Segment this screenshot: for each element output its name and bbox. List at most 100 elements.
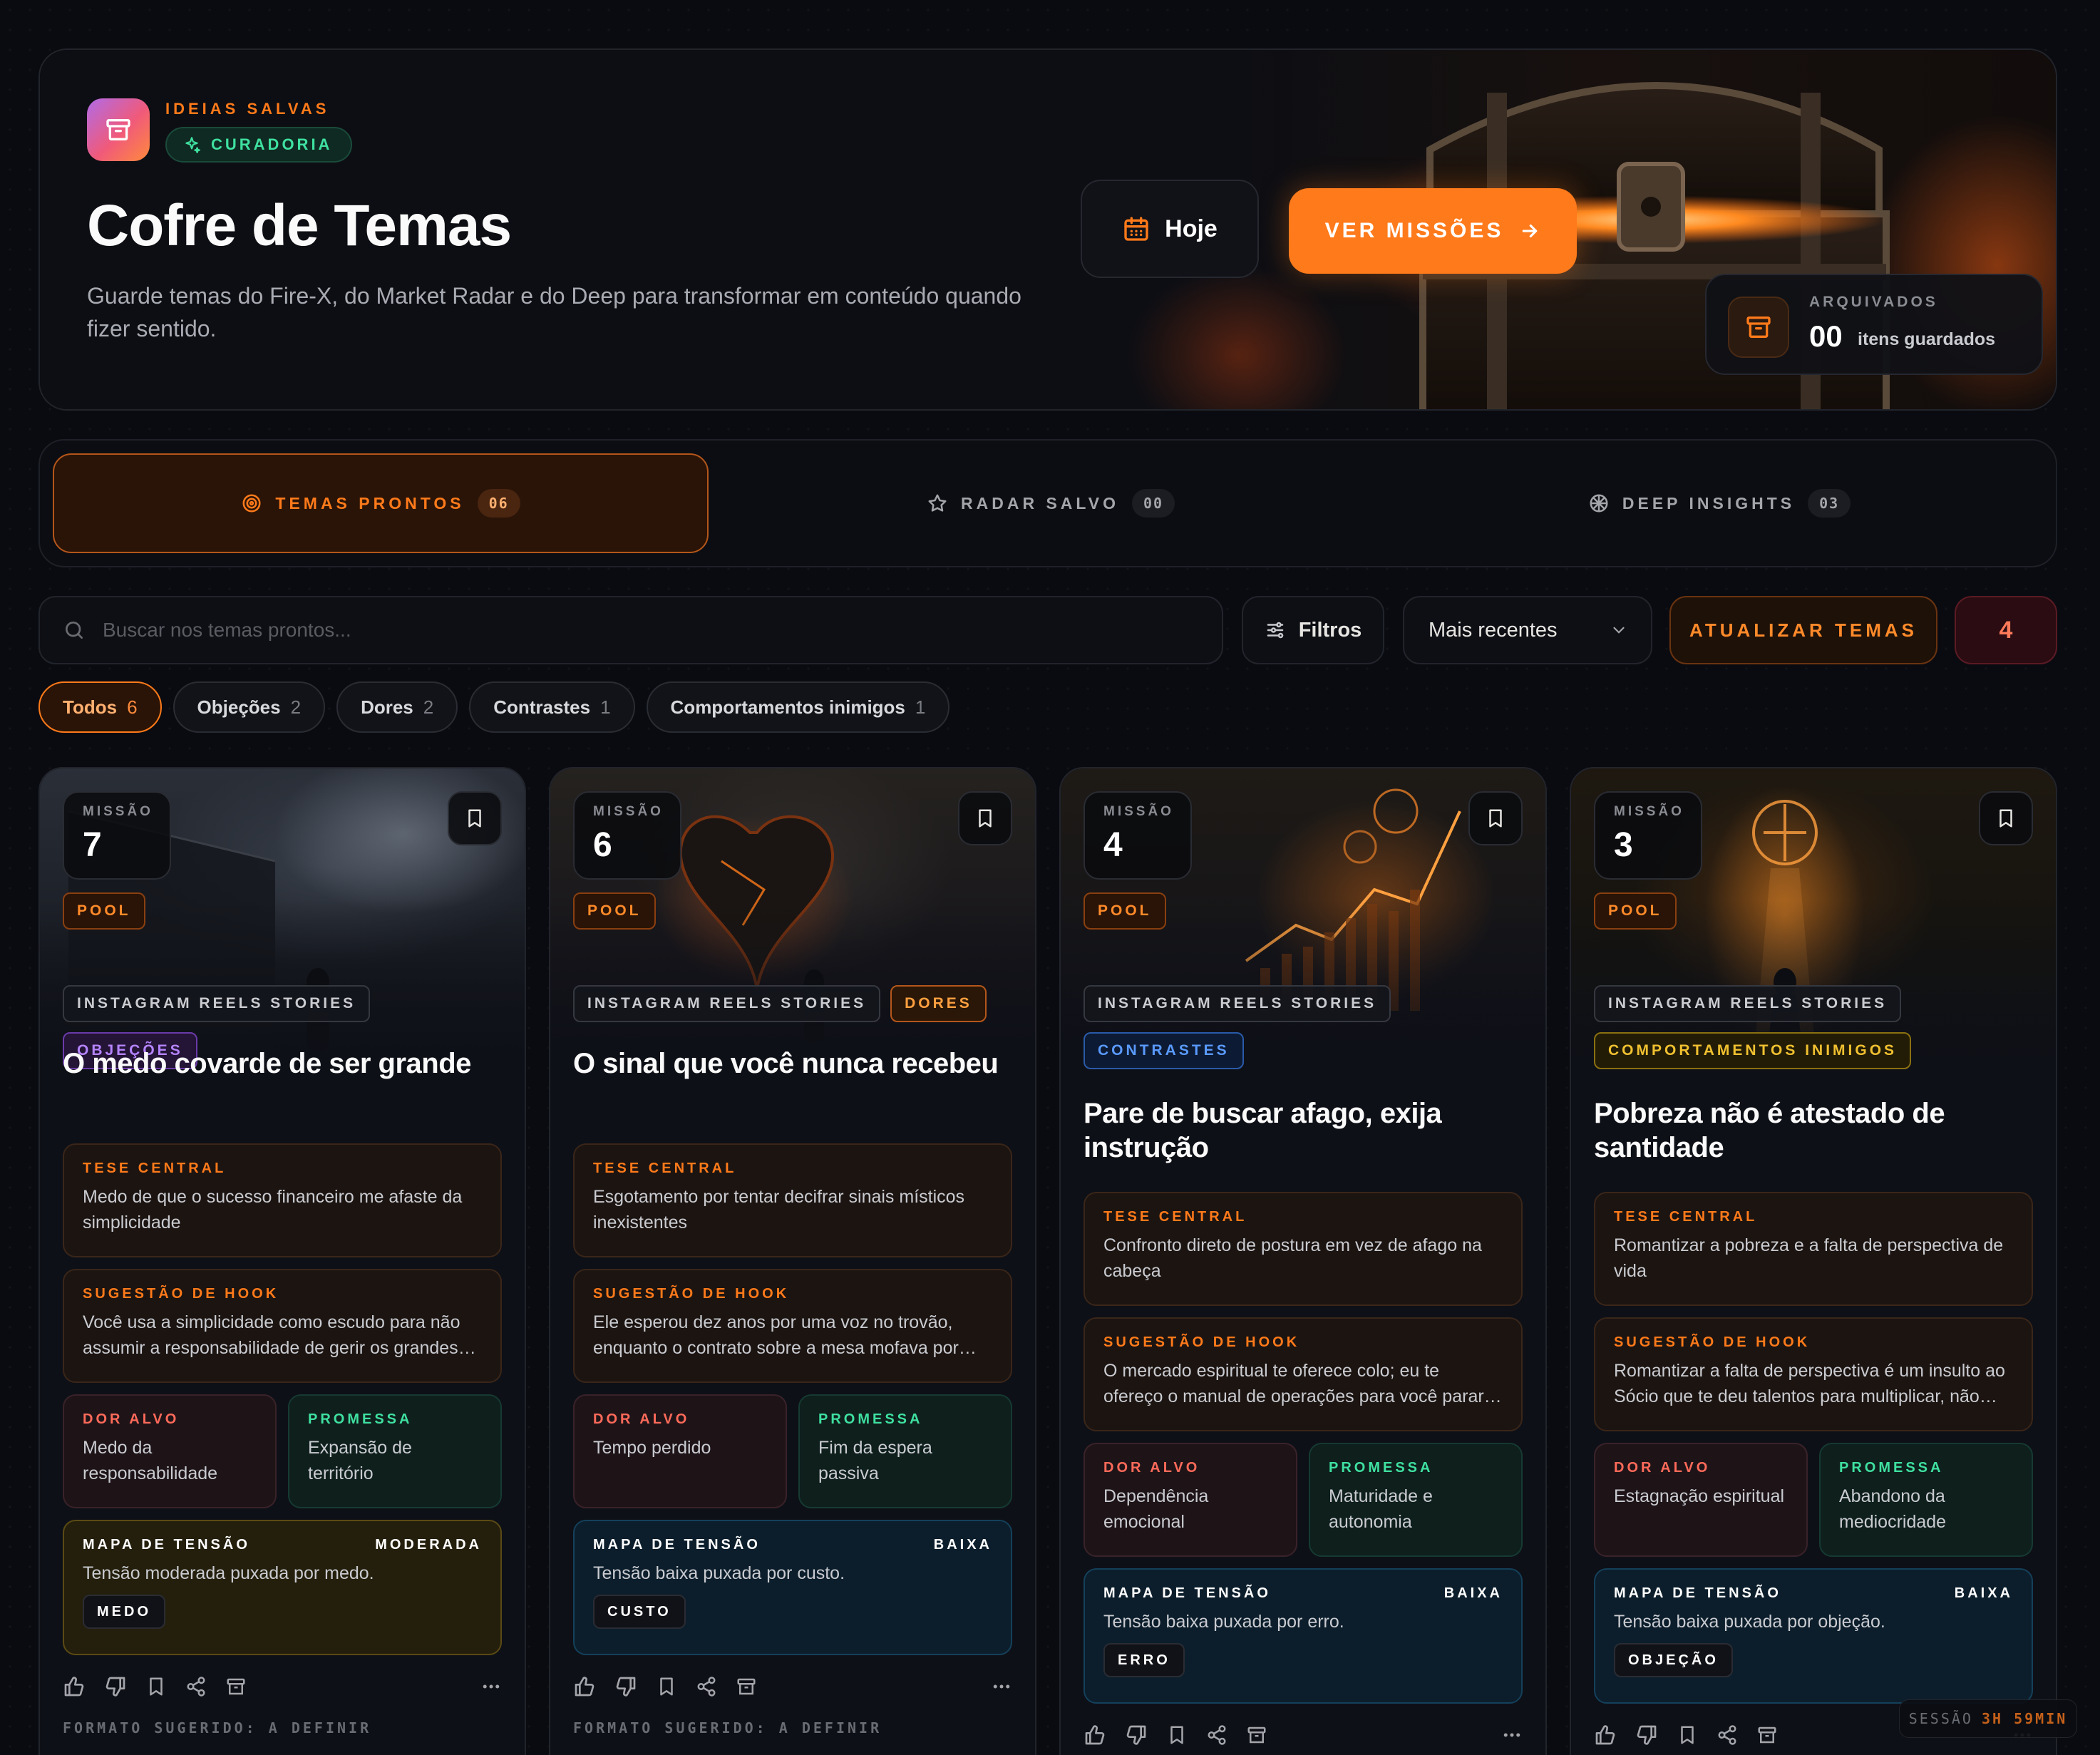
thumbs-down-icon[interactable]	[104, 1675, 127, 1698]
tab-temas-prontos[interactable]: TEMAS PRONTOS 06	[53, 453, 709, 553]
theme-card[interactable]: MISSÃO 6 POOL INSTAGRAM REELS STORIES DOR…	[549, 767, 1036, 1755]
pool-tag: POOL	[573, 892, 656, 930]
tension-map-box: MAPA DE TENSÃO BAIXA Tensão baixa puxada …	[573, 1520, 1012, 1655]
mission-label: MISSÃO	[1103, 804, 1174, 819]
chip-count: 6	[127, 696, 138, 718]
hook-box: SUGESTÃO DE HOOK Você usa a simplicidade …	[63, 1269, 502, 1383]
search-input[interactable]	[103, 619, 1172, 642]
archived-count: 00	[1809, 319, 1843, 353]
tab-deep-insights[interactable]: DEEP INSIGHTS 03	[1391, 453, 2047, 553]
view-missions-label: VER MISSÕES	[1324, 219, 1504, 242]
promessa-box: PROMESSA Fim da espera passiva	[798, 1394, 1012, 1508]
today-button[interactable]: Hoje	[1081, 180, 1259, 278]
tension-key: OBJEÇÃO	[1614, 1643, 1733, 1677]
thumbs-up-icon[interactable]	[63, 1675, 86, 1698]
promessa-label: PROMESSA	[1839, 1460, 1944, 1476]
theme-card[interactable]: MISSÃO 4 POOL INSTAGRAM REELS STORIES CON…	[1059, 767, 1547, 1755]
more-options-icon[interactable]	[1501, 1724, 1523, 1746]
filters-button[interactable]: Filtros	[1242, 596, 1384, 664]
bookmark-button[interactable]	[958, 791, 1012, 845]
count-badge-button[interactable]: 4	[1955, 596, 2057, 664]
share-icon[interactable]	[185, 1676, 207, 1697]
archive-icon[interactable]	[736, 1676, 757, 1697]
refresh-themes-button[interactable]: ATUALIZAR TEMAS	[1669, 596, 1937, 664]
tese-label: TESE CENTRAL	[1614, 1209, 1758, 1225]
platform-tag: INSTAGRAM REELS STORIES	[63, 985, 371, 1022]
dor-alvo-box: DOR ALVO Tempo perdido	[573, 1394, 787, 1508]
chip-contrastes[interactable]: Contrastes 1	[469, 681, 635, 733]
mission-label: MISSÃO	[593, 804, 664, 819]
tension-text: Tensão baixa puxada por erro.	[1103, 1612, 1344, 1632]
share-icon[interactable]	[1206, 1724, 1227, 1746]
card-title: Pare de buscar afago, exija instrução	[1084, 1098, 1442, 1163]
star-icon	[928, 494, 947, 512]
card-tags: INSTAGRAM REELS STORIES DORES	[573, 985, 1012, 1022]
bookmark-button[interactable]	[448, 791, 502, 845]
card-actions	[573, 1675, 1012, 1698]
thumbs-down-icon[interactable]	[1125, 1724, 1148, 1746]
chip-dores[interactable]: Dores 2	[336, 681, 458, 733]
pool-tag: POOL	[1594, 892, 1677, 930]
platform-tag: INSTAGRAM REELS STORIES	[573, 985, 881, 1022]
mission-number: 7	[83, 826, 102, 864]
bookmark-icon	[468, 809, 481, 828]
bookmark-icon[interactable]	[656, 1676, 677, 1697]
card-title: Pobreza não é atestado de santidade	[1594, 1098, 1945, 1163]
bookmark-icon[interactable]	[1166, 1724, 1188, 1746]
hero-banner: IDEIAS SALVAS CURADORIA Cofre de Temas G…	[38, 48, 2057, 411]
dor-text: Medo da responsabilidade	[83, 1438, 218, 1483]
tese-central-box: TESE CENTRAL Medo de que o sucesso financ…	[63, 1143, 502, 1257]
brain-icon	[1590, 494, 1608, 513]
share-icon[interactable]	[696, 1676, 717, 1697]
chip-label: Objeções	[197, 696, 281, 718]
chip-label: Contrastes	[493, 696, 591, 718]
more-options-icon[interactable]	[480, 1676, 502, 1697]
mission-badge: MISSÃO 7	[63, 791, 171, 880]
tab-label: DEEP INSIGHTS	[1622, 493, 1796, 513]
arrow-right-icon	[1523, 224, 1538, 238]
bookmark-button[interactable]	[1979, 791, 2033, 845]
chip-todos[interactable]: Todos 6	[38, 681, 162, 733]
promessa-text: Fim da espera passiva	[818, 1438, 932, 1483]
chip-count: 1	[915, 696, 926, 718]
theme-card[interactable]: MISSÃO 3 POOL INSTAGRAM REELS STORIES COM…	[1570, 767, 2057, 1755]
curadoria-label: CURADORIA	[211, 135, 333, 153]
thumbs-up-icon[interactable]	[1594, 1724, 1617, 1746]
hook-text: Ele esperou dez anos por uma voz no trov…	[593, 1312, 959, 1358]
promessa-label: PROMESSA	[818, 1411, 923, 1427]
chip-comportamentos-inimigos[interactable]: Comportamentos inimigos 1	[646, 681, 950, 733]
bookmark-icon[interactable]	[1677, 1724, 1698, 1746]
thumbs-up-icon[interactable]	[1084, 1724, 1106, 1746]
tension-text: Tensão baixa puxada por custo.	[593, 1563, 845, 1583]
archive-icon[interactable]	[225, 1676, 247, 1697]
archived-text: itens guardados	[1858, 329, 1996, 349]
category-tag: COMPORTAMENTOS INIMIGOS	[1594, 1032, 1912, 1069]
thumbs-down-icon[interactable]	[614, 1675, 637, 1698]
tab-radar-salvo[interactable]: RADAR SALVO 00	[723, 453, 1379, 553]
target-icon	[242, 494, 261, 513]
thumbs-up-icon[interactable]	[573, 1675, 596, 1698]
mission-badge: MISSÃO 6	[573, 791, 681, 880]
card-tags: INSTAGRAM REELS STORIES COMPORTAMENTOS I…	[1594, 985, 1985, 1069]
bookmark-icon[interactable]	[145, 1676, 167, 1697]
archive-icon[interactable]	[1246, 1724, 1267, 1746]
tese-text: Esgotamento por tentar decifrar sinais m…	[593, 1187, 965, 1232]
chip-objecoes[interactable]: Objeções 2	[173, 681, 326, 733]
session-label: SESSÃO	[1908, 1710, 1973, 1727]
bookmark-button[interactable]	[1468, 791, 1523, 845]
search-bar	[38, 596, 1223, 664]
thumbs-down-icon[interactable]	[1635, 1724, 1658, 1746]
theme-card[interactable]: MISSÃO 7 POOL INSTAGRAM REELS STORIES OBJ…	[38, 767, 526, 1755]
dor-text: Dependência emocional	[1103, 1486, 1209, 1532]
tension-map-box: MAPA DE TENSÃO MODERADA Tensão moderada p…	[63, 1520, 502, 1655]
tension-label: MAPA DE TENSÃO	[593, 1537, 761, 1553]
share-icon[interactable]	[1716, 1724, 1738, 1746]
sort-select[interactable]: Mais recentes	[1403, 596, 1652, 664]
hook-text: O mercado espiritual te oferece colo; eu…	[1103, 1361, 1484, 1406]
more-options-icon[interactable]	[991, 1676, 1012, 1697]
archive-icon[interactable]	[1756, 1724, 1778, 1746]
promessa-box: PROMESSA Expansão de território	[288, 1394, 502, 1508]
tese-text: Confronto direto de postura em vez de af…	[1103, 1235, 1482, 1281]
calendar-icon	[1124, 217, 1148, 241]
view-missions-button[interactable]: VER MISSÕES	[1289, 188, 1577, 274]
